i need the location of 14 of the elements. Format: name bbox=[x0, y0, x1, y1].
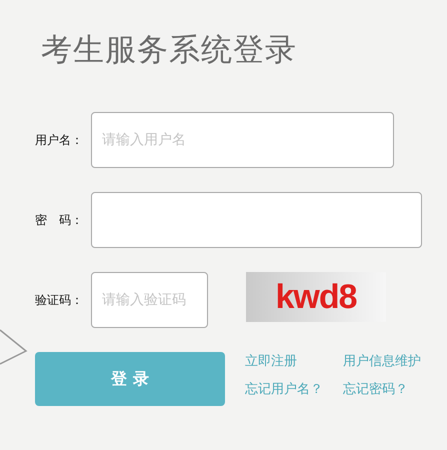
link[interactable]: 忘记密码？ bbox=[343, 380, 421, 400]
field-label: 密 码： bbox=[35, 212, 84, 228]
link[interactable]: 忘记用户名？ bbox=[245, 380, 323, 400]
username-field[interactable]: 请输入用户名 bbox=[91, 112, 394, 168]
background-line-drawing bbox=[0, 329, 28, 365]
page-title: 考生服务系统登录 bbox=[41, 31, 298, 70]
field-label: 用户名： bbox=[35, 132, 84, 148]
field-label: 验证码： bbox=[35, 292, 84, 308]
link[interactable]: 立即注册 bbox=[245, 352, 323, 372]
captcha-field[interactable]: 请输入验证码 bbox=[91, 272, 208, 328]
password-field[interactable] bbox=[91, 192, 422, 248]
link[interactable]: 用户信息维护 bbox=[343, 352, 421, 372]
captcha-image[interactable]: kwd8 bbox=[246, 272, 386, 322]
login-button[interactable]: 登 录 bbox=[35, 352, 225, 406]
